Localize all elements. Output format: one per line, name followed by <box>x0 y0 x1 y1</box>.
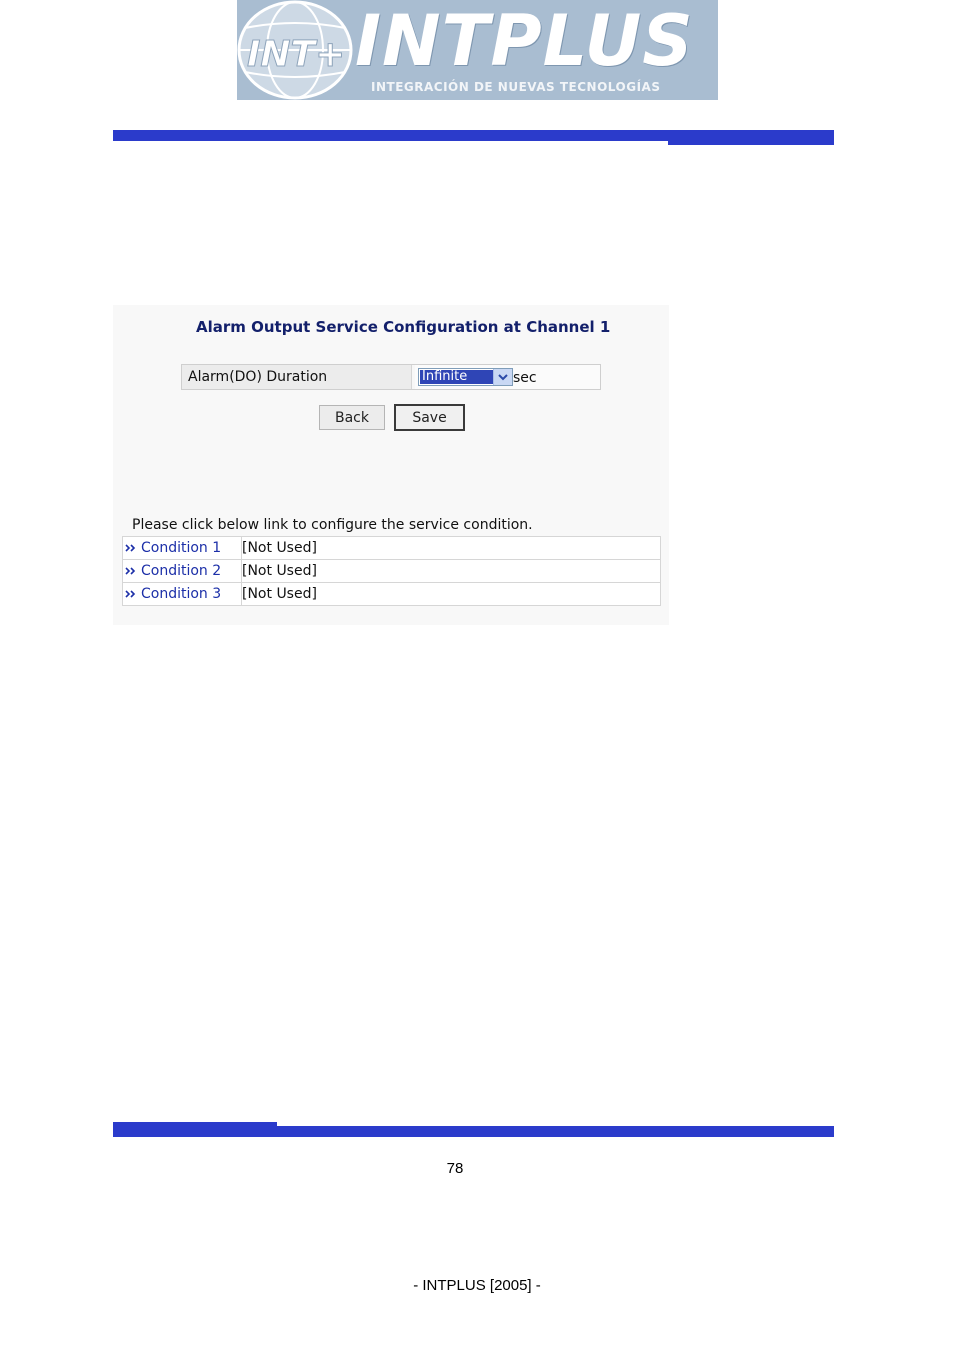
double-chevron-right-icon <box>125 567 136 575</box>
instruction-text: Please click below link to configure the… <box>132 517 533 533</box>
duration-select[interactable]: Infinite <box>418 368 513 386</box>
double-chevron-right-icon <box>125 544 136 552</box>
condition-3-status: [Not Used] <box>241 582 661 606</box>
duration-unit: sec <box>513 370 537 386</box>
footer-text: - INTPLUS [2005] - <box>413 1277 541 1294</box>
logo-monogram: INT+ <box>247 34 345 75</box>
condition-2-status: [Not Used] <box>241 559 661 583</box>
chevron-down-icon[interactable] <box>493 369 512 385</box>
page-title: Alarm Output Service Configuration at Ch… <box>196 318 611 336</box>
alarm-output-config-panel: Alarm Output Service Configuration at Ch… <box>113 305 669 625</box>
globe-icon: INT+ <box>237 0 353 100</box>
footer-rule-tab <box>113 1122 277 1130</box>
condition-2-label: Condition 2 <box>141 563 222 579</box>
duration-label-cell: Alarm(DO) Duration <box>182 365 412 389</box>
duration-row: Alarm(DO) Duration Infinite sec <box>181 364 601 390</box>
table-row: Condition 2 [Not Used] <box>122 559 661 583</box>
condition-3-label: Condition 3 <box>141 586 222 602</box>
back-button[interactable]: Back <box>319 405 385 430</box>
condition-1-status: [Not Used] <box>241 536 661 560</box>
intplus-logo: INT+ INTPLUS INTEGRACIÓN DE NUEVAS TECNO… <box>237 0 718 100</box>
condition-1-link[interactable]: Condition 1 <box>123 540 241 556</box>
condition-3-link[interactable]: Condition 3 <box>123 586 241 602</box>
duration-label: Alarm(DO) Duration <box>188 369 328 385</box>
header-rule-tab <box>668 138 834 145</box>
save-button[interactable]: Save <box>394 404 465 431</box>
duration-select-value: Infinite <box>420 370 493 384</box>
table-row: Condition 3 [Not Used] <box>122 582 661 606</box>
condition-1-label: Condition 1 <box>141 540 222 556</box>
table-row: Condition 1 [Not Used] <box>122 536 661 560</box>
condition-2-link[interactable]: Condition 2 <box>123 563 241 579</box>
conditions-table: Condition 1 [Not Used] Condition 2 [Not … <box>122 536 661 606</box>
double-chevron-right-icon <box>125 590 136 598</box>
logo-wordmark: INTPLUS <box>355 0 694 82</box>
page-number: 78 <box>446 1160 464 1177</box>
duration-value-cell: Infinite sec <box>415 365 600 389</box>
logo-tagline: INTEGRACIÓN DE NUEVAS TECNOLOGÍAS <box>371 80 661 94</box>
